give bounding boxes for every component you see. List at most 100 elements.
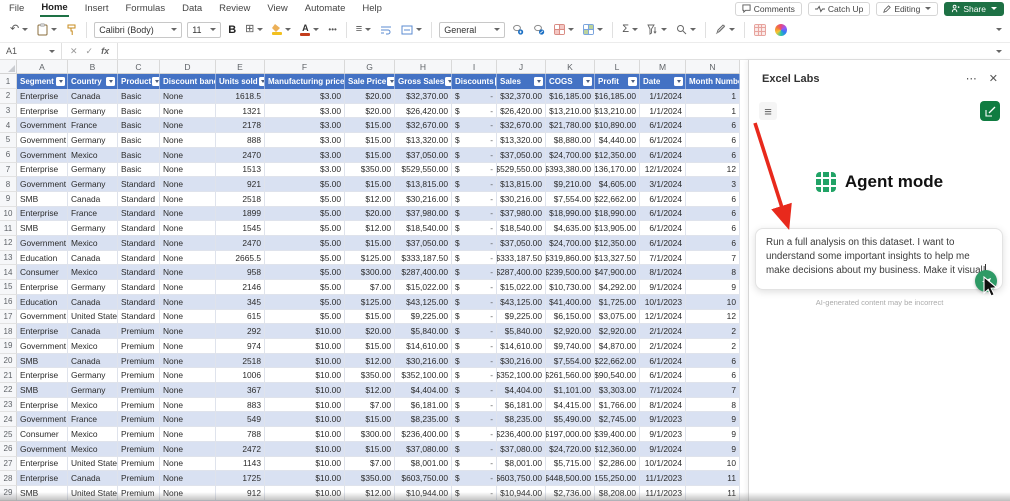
cell[interactable]: 8 xyxy=(686,398,740,413)
header-cell-product[interactable]: Product xyxy=(118,74,160,89)
cell[interactable]: $4,605.00 xyxy=(595,177,640,192)
cell[interactable]: $1,101.00 xyxy=(546,383,595,398)
comments-button[interactable]: Comments xyxy=(735,2,802,16)
cell[interactable]: Government xyxy=(17,118,68,133)
cell[interactable]: $125.00 xyxy=(345,251,395,266)
cell[interactable]: Canada xyxy=(68,192,118,207)
cell[interactable]: $- xyxy=(452,163,497,178)
cell[interactable]: 6 xyxy=(686,354,740,369)
cell[interactable]: Basic xyxy=(118,163,160,178)
cell[interactable]: $12.00 xyxy=(345,383,395,398)
cell[interactable]: $13,815.00 xyxy=(395,177,452,192)
cell[interactable]: None xyxy=(160,89,216,104)
cell[interactable]: $10,944.00 xyxy=(395,486,452,501)
column-letter-H[interactable]: H xyxy=(395,60,452,74)
cell[interactable]: $26,420.00 xyxy=(497,104,546,119)
cell[interactable]: Premium xyxy=(118,324,160,339)
cell[interactable]: $37,080.00 xyxy=(497,442,546,457)
new-chat-button[interactable] xyxy=(980,101,1000,121)
cell[interactable]: 11 xyxy=(686,471,740,486)
cell[interactable]: $1,766.00 xyxy=(595,398,640,413)
cell[interactable]: $4,292.00 xyxy=(595,280,640,295)
cell[interactable]: 1/1/2024 xyxy=(640,104,686,119)
cell[interactable]: None xyxy=(160,295,216,310)
cell[interactable]: Canada xyxy=(68,324,118,339)
cell[interactable]: Government xyxy=(17,442,68,457)
cell[interactable]: Consumer xyxy=(17,427,68,442)
cell[interactable]: Germany xyxy=(68,221,118,236)
cell[interactable]: $8,880.00 xyxy=(546,133,595,148)
cell[interactable]: 615 xyxy=(216,310,265,325)
collapse-ribbon-chevron-icon[interactable] xyxy=(996,28,1002,31)
cell[interactable]: $155,250.00 xyxy=(595,471,640,486)
row-number-11[interactable]: 11 xyxy=(0,221,17,236)
cell[interactable]: $24,700.00 xyxy=(546,148,595,163)
cell[interactable]: $3.00 xyxy=(265,118,345,133)
cell[interactable]: $18,540.00 xyxy=(395,221,452,236)
cell[interactable]: 6/1/2024 xyxy=(640,133,686,148)
row-number-14[interactable]: 14 xyxy=(0,265,17,280)
cell[interactable]: France xyxy=(68,412,118,427)
row-number-6[interactable]: 6 xyxy=(0,148,17,163)
cell[interactable]: $7.00 xyxy=(345,280,395,295)
cell[interactable]: Germany xyxy=(68,177,118,192)
column-letter-C[interactable]: C xyxy=(118,60,160,74)
cell[interactable]: $30,216.00 xyxy=(395,354,452,369)
cell[interactable]: Government xyxy=(17,412,68,427)
cell[interactable]: Mexico xyxy=(68,398,118,413)
conditional-formatting-button[interactable] xyxy=(552,23,576,36)
cell[interactable]: Canada xyxy=(68,295,118,310)
cell[interactable]: SMB xyxy=(17,192,68,207)
cell[interactable]: 9/1/2024 xyxy=(640,442,686,457)
header-cell-date[interactable]: Date xyxy=(640,74,686,89)
cell[interactable]: $350.00 xyxy=(345,163,395,178)
editing-mode-dropdown[interactable]: Editing xyxy=(876,2,938,16)
row-number-27[interactable]: 27 xyxy=(0,457,17,472)
cell[interactable]: $37,050.00 xyxy=(395,148,452,163)
number-format-dropdown[interactable]: General xyxy=(439,22,505,38)
cell[interactable]: $2,920.00 xyxy=(595,324,640,339)
cell[interactable]: 2470 xyxy=(216,148,265,163)
cell[interactable]: $5.00 xyxy=(265,207,345,222)
cell[interactable]: None xyxy=(160,280,216,295)
cell[interactable]: Germany xyxy=(68,383,118,398)
row-number-12[interactable]: 12 xyxy=(0,236,17,251)
cell[interactable]: $9,210.00 xyxy=(546,177,595,192)
cell[interactable]: $10.00 xyxy=(265,457,345,472)
cell[interactable]: $37,050.00 xyxy=(497,148,546,163)
cell[interactable]: Enterprise xyxy=(17,324,68,339)
cell[interactable]: $7,554.00 xyxy=(546,354,595,369)
cell[interactable]: $4,404.00 xyxy=(497,383,546,398)
cell[interactable]: 1618.5 xyxy=(216,89,265,104)
cell[interactable]: $10,944.00 xyxy=(497,486,546,501)
menu-tab-data[interactable]: Data xyxy=(181,1,203,16)
cell[interactable]: 1545 xyxy=(216,221,265,236)
cell[interactable]: $6,181.00 xyxy=(497,398,546,413)
cell[interactable]: 8 xyxy=(686,265,740,280)
bold-button[interactable]: B xyxy=(226,23,238,37)
cell[interactable]: 7/1/2024 xyxy=(640,383,686,398)
cell[interactable]: 6 xyxy=(686,192,740,207)
cell[interactable]: None xyxy=(160,251,216,266)
cell[interactable]: $- xyxy=(452,280,497,295)
menu-tab-file[interactable]: File xyxy=(8,1,25,16)
cell[interactable]: 1899 xyxy=(216,207,265,222)
cell[interactable]: 1 xyxy=(686,89,740,104)
cell[interactable]: $37,080.00 xyxy=(395,442,452,457)
filter-dropdown-icon[interactable] xyxy=(106,77,115,86)
cell[interactable]: $- xyxy=(452,339,497,354)
cell[interactable]: None xyxy=(160,398,216,413)
cell[interactable]: $5,715.00 xyxy=(546,457,595,472)
cell[interactable]: 6 xyxy=(686,118,740,133)
cell[interactable]: $3.00 xyxy=(265,133,345,148)
cell[interactable]: $9,225.00 xyxy=(395,310,452,325)
cell[interactable]: $6,181.00 xyxy=(395,398,452,413)
cell[interactable]: $- xyxy=(452,118,497,133)
menu-tab-insert[interactable]: Insert xyxy=(84,1,110,16)
header-cell-segment[interactable]: Segment xyxy=(17,74,68,89)
cell[interactable]: 8/1/2024 xyxy=(640,265,686,280)
cell[interactable]: 9/1/2023 xyxy=(640,412,686,427)
column-letter-K[interactable]: K xyxy=(546,60,595,74)
cell[interactable]: 958 xyxy=(216,265,265,280)
filter-dropdown-icon[interactable] xyxy=(628,77,637,86)
